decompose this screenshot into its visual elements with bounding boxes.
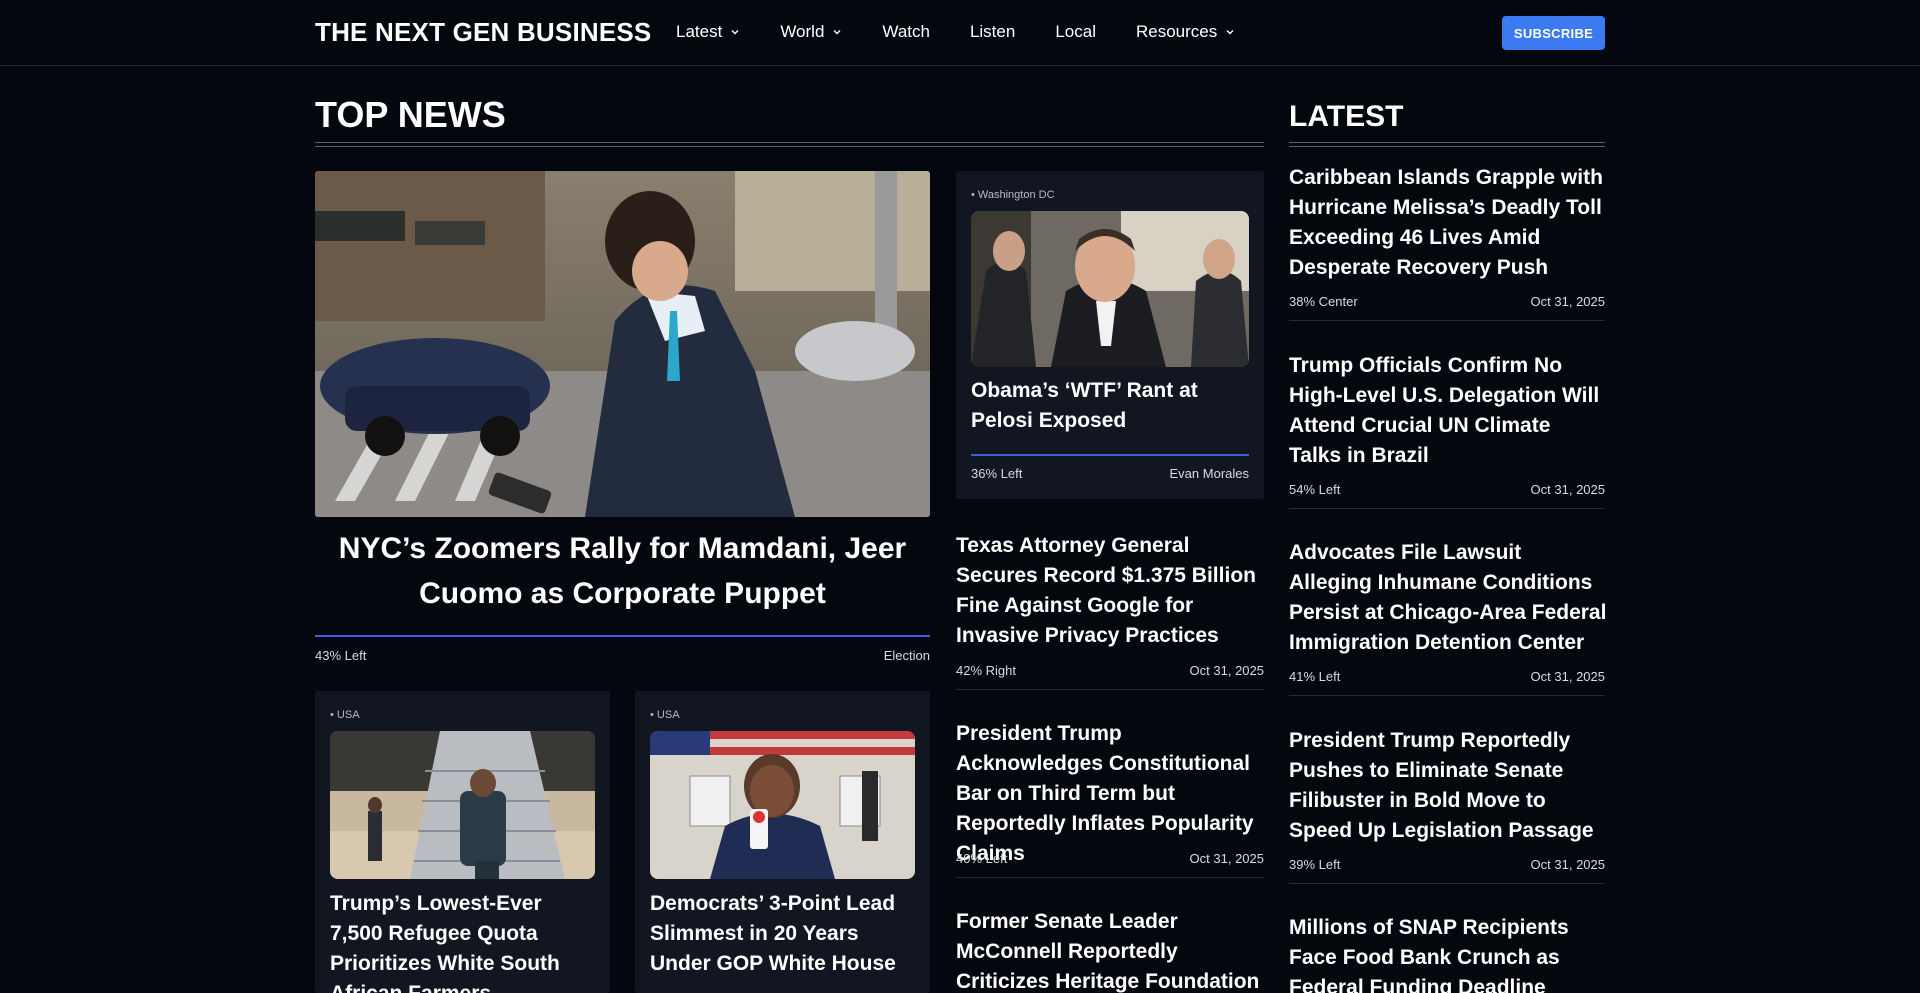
side-story-card[interactable]: • Washington DC Obama’s ‘WTF’ Rant at Pe… [956,171,1264,499]
story-bias-label: 40% Left [956,851,1008,866]
site-header: THE NEXT GEN BUSINESS Latest World Watch… [0,0,1920,66]
card-location: • Washington DC [971,189,1055,201]
latest-divider-line [1289,883,1605,884]
top-news-divider [315,142,1264,147]
chevron-down-icon [833,30,841,35]
card-author[interactable]: Evan Morales [1116,466,1249,481]
latest-bias-label: 38% Center [1289,294,1358,309]
card-bias-bar [971,454,1249,456]
story-date: Oct 31, 2025 [1189,851,1264,866]
latest-headline[interactable]: President Trump Reportedly Pushes to Eli… [1289,726,1607,846]
card-headline[interactable]: Obama’s ‘WTF’ Rant at Pelosi Exposed [971,376,1251,436]
latest-bias-label: 39% Left [1289,857,1341,872]
nav-local[interactable]: Local [1055,22,1096,42]
card-image [971,211,1249,367]
story-divider [956,877,1264,878]
nav-local-label: Local [1055,22,1096,41]
subscribe-button[interactable]: SUBSCRIBE [1502,16,1605,50]
card-bias-label: 36% Left [971,466,1023,481]
latest-bias-label: 41% Left [1289,669,1341,684]
latest-date: Oct 31, 2025 [1530,482,1605,497]
main-nav: Latest World Watch Listen Local Resource… [676,0,1235,64]
story-headline[interactable]: Former Senate Leader McConnell Reportedl… [956,907,1264,993]
hero-headline[interactable]: NYC’s Zoomers Rally for Mamdani, Jeer Cu… [315,526,930,616]
latest-divider [1289,142,1605,147]
card-image [330,731,595,879]
nav-watch[interactable]: Watch [882,22,930,42]
nav-listen[interactable]: Listen [970,22,1015,42]
latest-divider-line [1289,508,1605,509]
chevron-down-icon [731,30,739,35]
card-headline[interactable]: Democrats’ 3-Point Lead Slimmest in 20 Y… [650,889,918,979]
latest-heading: LATEST [1289,100,1404,133]
card-location: • USA [330,709,360,721]
chevron-down-icon [1226,30,1234,35]
site-logo[interactable]: THE NEXT GEN BUSINESS [315,17,651,48]
card-location: • USA [650,709,680,721]
card-headline[interactable]: Trump’s Lowest-Ever 7,500 Refugee Quota … [330,889,598,993]
story-card[interactable]: • USA Democrats’ 3-Point Lead Slimmest i… [635,691,930,993]
latest-date: Oct 31, 2025 [1530,294,1605,309]
story-date: Oct 31, 2025 [1189,663,1264,678]
nav-latest[interactable]: Latest [676,22,740,42]
latest-headline[interactable]: Millions of SNAP Recipients Face Food Ba… [1289,913,1607,993]
latest-headline[interactable]: Caribbean Islands Grapple with Hurricane… [1289,163,1607,283]
nav-world[interactable]: World [780,22,842,42]
story-card[interactable]: • USA Trump’s Lowest-Ever 7,500 Refugee … [315,691,610,993]
hero-bias-bar [315,635,930,637]
nav-resources-label: Resources [1135,22,1218,41]
hero-tag[interactable]: Election [860,648,930,663]
story-divider [956,689,1264,690]
latest-divider-line [1289,320,1605,321]
latest-bias-label: 54% Left [1289,482,1341,497]
card-image [650,731,915,879]
latest-divider-line [1289,695,1605,696]
story-headline[interactable]: Texas Attorney General Secures Record $1… [956,531,1264,651]
latest-headline[interactable]: Trump Officials Confirm No High-Level U.… [1289,351,1607,471]
story-bias-label: 42% Right [956,663,1016,678]
latest-date: Oct 31, 2025 [1530,857,1605,872]
nav-watch-label: Watch [882,22,930,41]
nav-world-label: World [780,22,825,41]
hero-image[interactable] [315,171,930,517]
nav-listen-label: Listen [969,22,1016,41]
nav-latest-label: Latest [676,22,723,41]
story-headline[interactable]: President Trump Acknowledges Constitutio… [956,719,1264,869]
top-news-heading: TOP NEWS [315,94,506,135]
nav-resources[interactable]: Resources [1136,22,1235,42]
latest-headline[interactable]: Advocates File Lawsuit Alleging Inhumane… [1289,538,1607,658]
hero-bias-label: 43% Left [315,648,367,663]
latest-date: Oct 31, 2025 [1530,669,1605,684]
